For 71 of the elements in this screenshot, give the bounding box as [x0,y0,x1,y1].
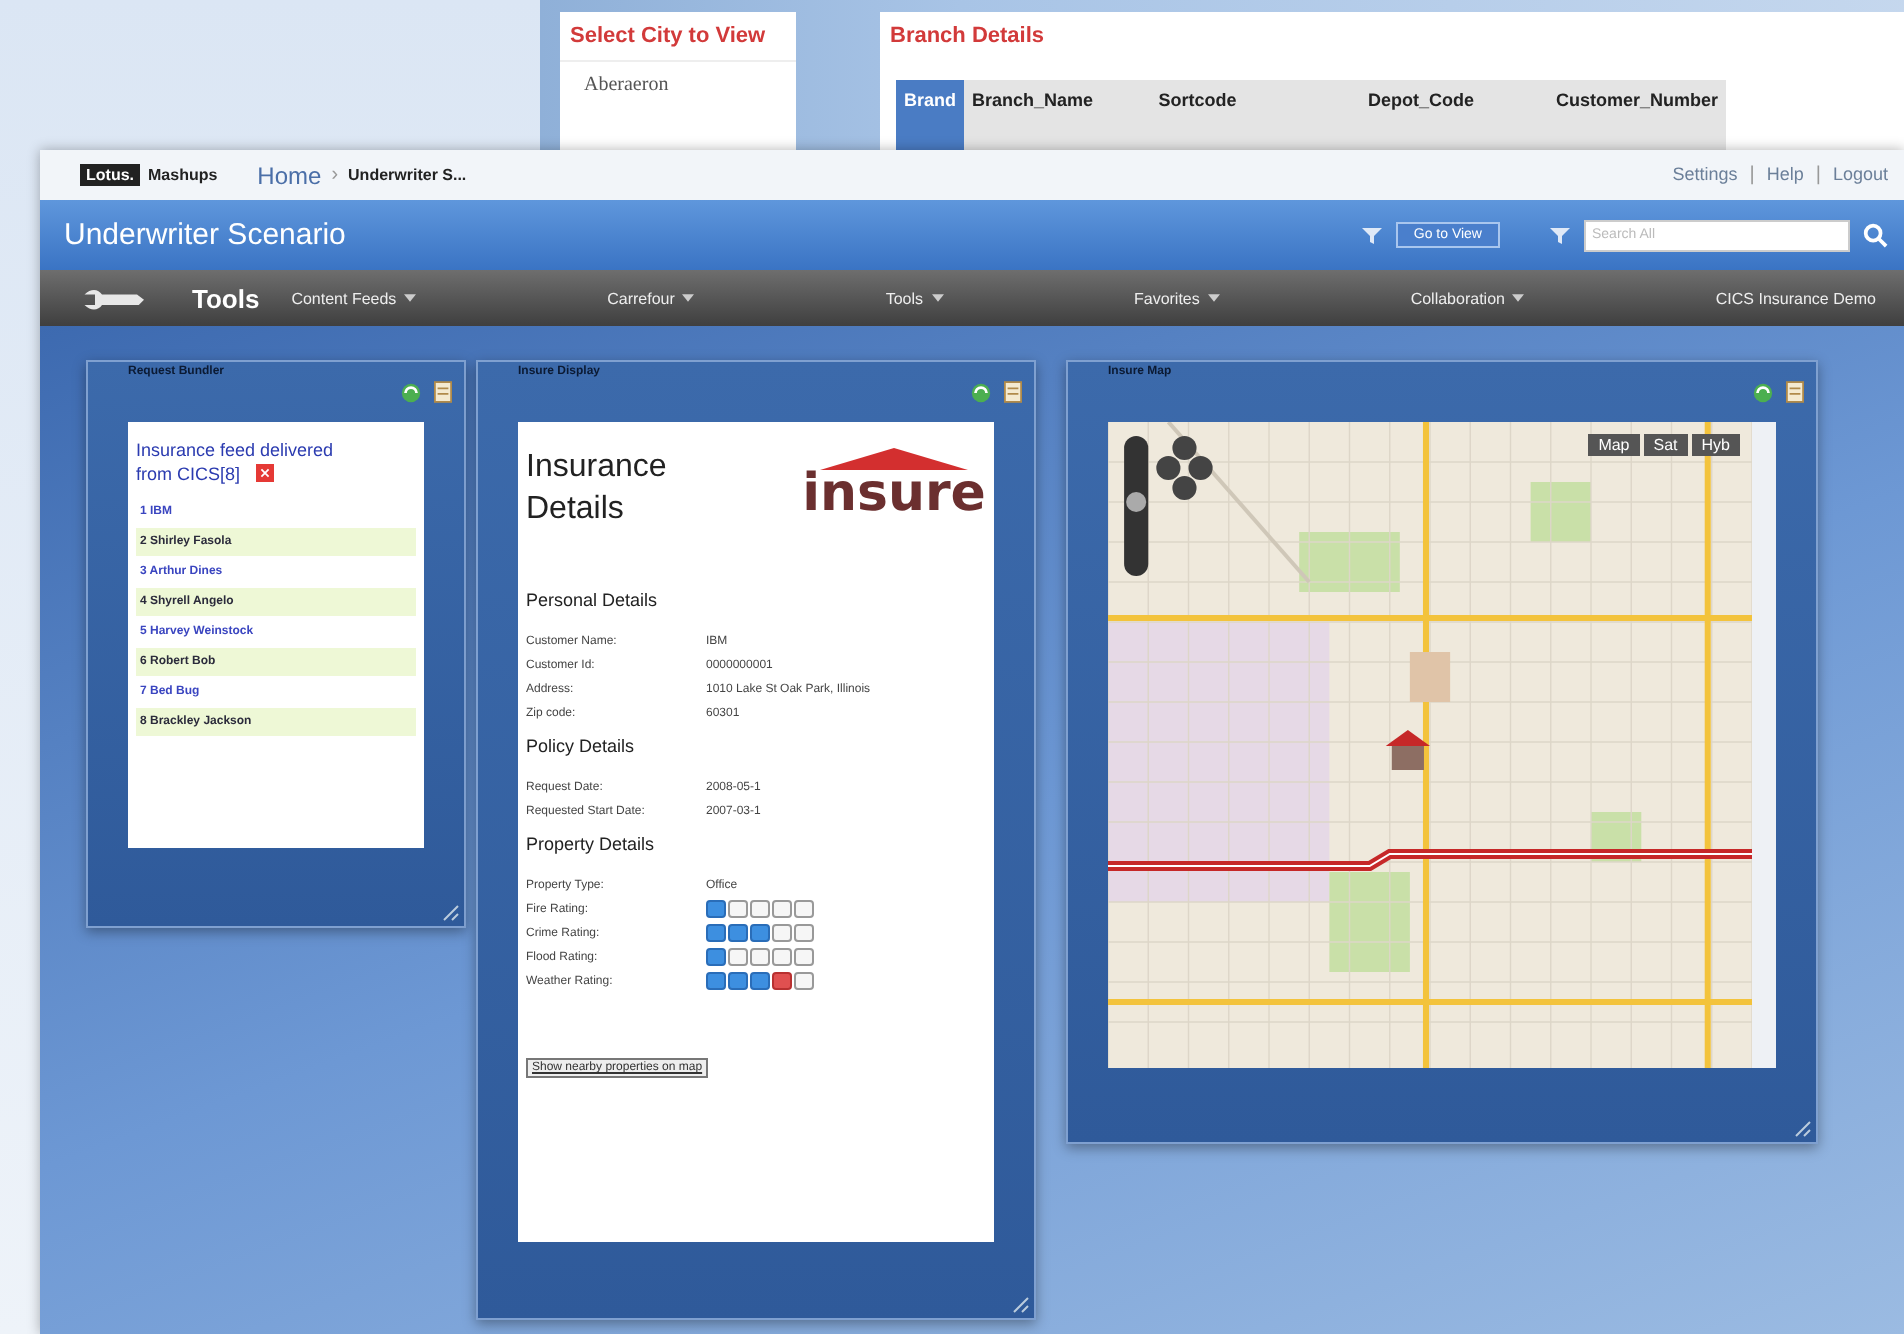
column-header[interactable]: Customer_Number [1547,80,1726,150]
page-icon[interactable] [1004,380,1022,404]
link-separator: | [1749,164,1755,186]
refresh-icon[interactable] [970,382,992,404]
rating-square [706,924,726,942]
section-heading: Personal Details [526,590,660,610]
resize-grip-icon[interactable] [1010,1294,1030,1314]
rating-square [706,948,726,966]
resize-grip-icon[interactable] [1792,1118,1812,1138]
rating-square [794,924,814,942]
refresh-icon[interactable] [1752,382,1774,404]
rating-square [750,900,770,918]
rating-square [728,924,748,942]
link-separator: | [1815,164,1821,186]
filter-icon[interactable] [1359,225,1384,245]
search-icon[interactable] [1862,222,1888,248]
map-type-button[interactable]: Sat [1643,434,1688,456]
rating-square [772,948,792,966]
column-header[interactable]: Brand [896,80,965,150]
scrollbar[interactable] [1752,422,1776,1068]
section-heading: Property Details [526,834,657,854]
window-title: Underwriter Scenario [64,218,346,252]
column-header[interactable]: Sortcode [1101,80,1294,150]
menu-button[interactable]: Collaboration [1402,285,1533,311]
menu-button[interactable]: Tools [877,285,952,311]
rating-square [728,972,748,990]
details-heading: Insurance Details [526,448,669,530]
logo-badge: Lotus. [80,164,140,186]
caret-icon [404,294,417,302]
section-heading: Policy Details [526,736,637,756]
caret-icon [1512,294,1525,302]
breadcrumb-separator: › [331,164,339,186]
city-item[interactable]: Aberaeron [560,60,796,108]
toolbar-label: Tools [192,283,260,313]
logo-text: Mashups [148,166,218,184]
rating-square [794,900,814,918]
rating-square [794,948,814,966]
rating-square [750,948,770,966]
map-drawing[interactable] [1108,422,1752,1068]
menu-button[interactable]: Carrefour [599,285,703,311]
rating-square [794,972,814,990]
menu-button[interactable]: Favorites [1125,285,1228,311]
column-header[interactable]: Branch_Name [964,80,1102,150]
breadcrumb-link[interactable]: Home [257,161,322,189]
header-link[interactable]: Logout [1832,164,1888,186]
feed-icon[interactable] [256,464,274,482]
rating-square [706,972,726,990]
menu-button[interactable]: Content Feeds [283,285,425,311]
map-type-button[interactable]: Hyb [1691,434,1740,456]
map-type-button[interactable]: Map [1588,434,1640,456]
filter-icon[interactable] [1548,225,1572,245]
header-link[interactable]: Settings [1672,164,1738,186]
breadcrumb-link[interactable]: Underwriter S... [348,166,467,184]
refresh-icon[interactable] [400,382,422,404]
panel-title: Branch Details [888,22,1047,52]
resize-grip-icon[interactable] [440,902,460,922]
caret-icon [1207,294,1220,302]
feed-title[interactable]: Insurance feed delivered from CICS[8] [136,438,356,486]
panel-title: Select City to View [568,22,768,52]
rating-square [750,924,770,942]
rating-square [750,972,770,990]
rating-square [772,900,792,918]
insure-logo: insure [802,446,986,518]
page-icon[interactable] [434,380,452,404]
caret-icon [931,294,944,302]
rating-square [706,900,726,918]
page-icon[interactable] [1786,380,1804,404]
menu-button[interactable]: CICS Insurance Demo [1707,285,1884,311]
column-header[interactable]: Depot_Code [1293,80,1548,150]
header-link[interactable]: Help [1766,164,1804,186]
caret-icon [682,294,695,302]
